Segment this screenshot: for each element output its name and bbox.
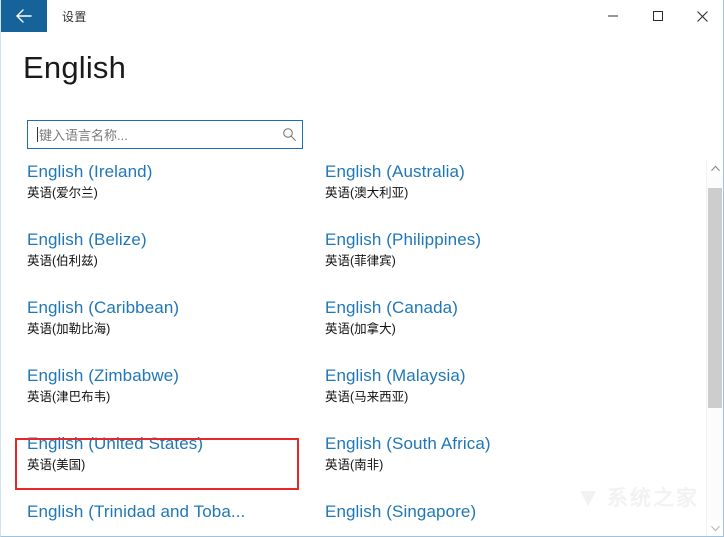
language-name: English (Zimbabwe)	[27, 366, 180, 385]
language-name: English (Belize)	[27, 230, 147, 249]
window-title: 设置	[62, 9, 87, 24]
close-button[interactable]	[680, 0, 723, 32]
language-name: English (United States)	[27, 434, 204, 453]
language-item-english-belize[interactable]: English (Belize) 英语(伯利兹)	[27, 228, 327, 296]
language-name: English (Australia)	[325, 162, 465, 181]
language-name: English (Philippines)	[325, 230, 482, 249]
language-native-name: 英语(加拿大)	[325, 322, 396, 336]
vertical-scrollbar[interactable]	[706, 160, 723, 536]
scroll-up-arrow-icon[interactable]	[707, 160, 723, 176]
language-name: English (Singapore)	[325, 502, 477, 521]
language-native-name: 英语(澳大利亚)	[325, 186, 409, 200]
language-item-english-united-states[interactable]: English (United States) 英语(美国)	[27, 432, 327, 500]
page-title: English	[23, 50, 127, 85]
language-columns: English (Ireland) 英语(爱尔兰) English (Beliz…	[1, 160, 701, 536]
language-item-english-singapore[interactable]: English (Singapore)	[325, 500, 625, 536]
minimize-button[interactable]	[590, 0, 635, 32]
language-native-name: 英语(津巴布韦)	[27, 390, 111, 404]
language-item-english-philippines[interactable]: English (Philippines) 英语(菲律宾)	[325, 228, 625, 296]
language-column-right: English (Australia) 英语(澳大利亚) English (Ph…	[325, 160, 625, 536]
title-bar: 设置	[1, 0, 723, 32]
language-item-english-ireland[interactable]: English (Ireland) 英语(爱尔兰)	[27, 160, 327, 228]
language-native-name: 英语(南非)	[325, 458, 384, 472]
language-list: English (Ireland) 英语(爱尔兰) English (Beliz…	[1, 160, 701, 536]
language-item-english-trinidad-and-tobago[interactable]: English (Trinidad and Toba...	[27, 500, 327, 536]
language-name: English (Trinidad and Toba...	[27, 502, 246, 521]
language-native-name: 英语(伯利兹)	[27, 254, 98, 268]
back-button[interactable]	[1, 0, 47, 32]
language-name: English (Malaysia)	[325, 366, 466, 385]
language-item-english-caribbean[interactable]: English (Caribbean) 英语(加勒比海)	[27, 296, 327, 364]
language-item-english-australia[interactable]: English (Australia) 英语(澳大利亚)	[325, 160, 625, 228]
language-native-name: 英语(爱尔兰)	[27, 186, 98, 200]
language-name: English (Ireland)	[27, 162, 153, 181]
back-arrow-icon	[14, 8, 34, 24]
language-native-name: 英语(马来西亚)	[325, 390, 409, 404]
language-name: English (South Africa)	[325, 434, 491, 453]
close-icon	[696, 10, 709, 23]
window-controls	[590, 0, 723, 32]
search-icon[interactable]	[276, 127, 302, 142]
scroll-down-arrow-icon[interactable]	[707, 520, 723, 536]
language-name: English (Caribbean)	[27, 298, 180, 317]
maximize-icon	[652, 10, 664, 22]
language-native-name: 英语(美国)	[27, 458, 86, 472]
language-native-name: 英语(菲律宾)	[325, 254, 396, 268]
language-native-name: 英语(加勒比海)	[27, 322, 111, 336]
search-input[interactable]: 键入语言名称...	[38, 125, 276, 144]
scrollbar-thumb[interactable]	[708, 188, 722, 408]
language-item-english-zimbabwe[interactable]: English (Zimbabwe) 英语(津巴布韦)	[27, 364, 327, 432]
settings-window: 设置 English 键入语言名称... English (Ireland) 英…	[0, 0, 724, 537]
language-item-english-malaysia[interactable]: English (Malaysia) 英语(马来西亚)	[325, 364, 625, 432]
language-item-english-canada[interactable]: English (Canada) 英语(加拿大)	[325, 296, 625, 364]
language-name: English (Canada)	[325, 298, 458, 317]
minimize-icon	[607, 10, 619, 22]
maximize-button[interactable]	[635, 0, 680, 32]
language-item-english-south-africa[interactable]: English (South Africa) 英语(南非)	[325, 432, 625, 500]
scrollbar-track[interactable]	[707, 176, 723, 520]
language-column-left: English (Ireland) 英语(爱尔兰) English (Beliz…	[27, 160, 327, 536]
search-box[interactable]: 键入语言名称...	[27, 120, 303, 149]
